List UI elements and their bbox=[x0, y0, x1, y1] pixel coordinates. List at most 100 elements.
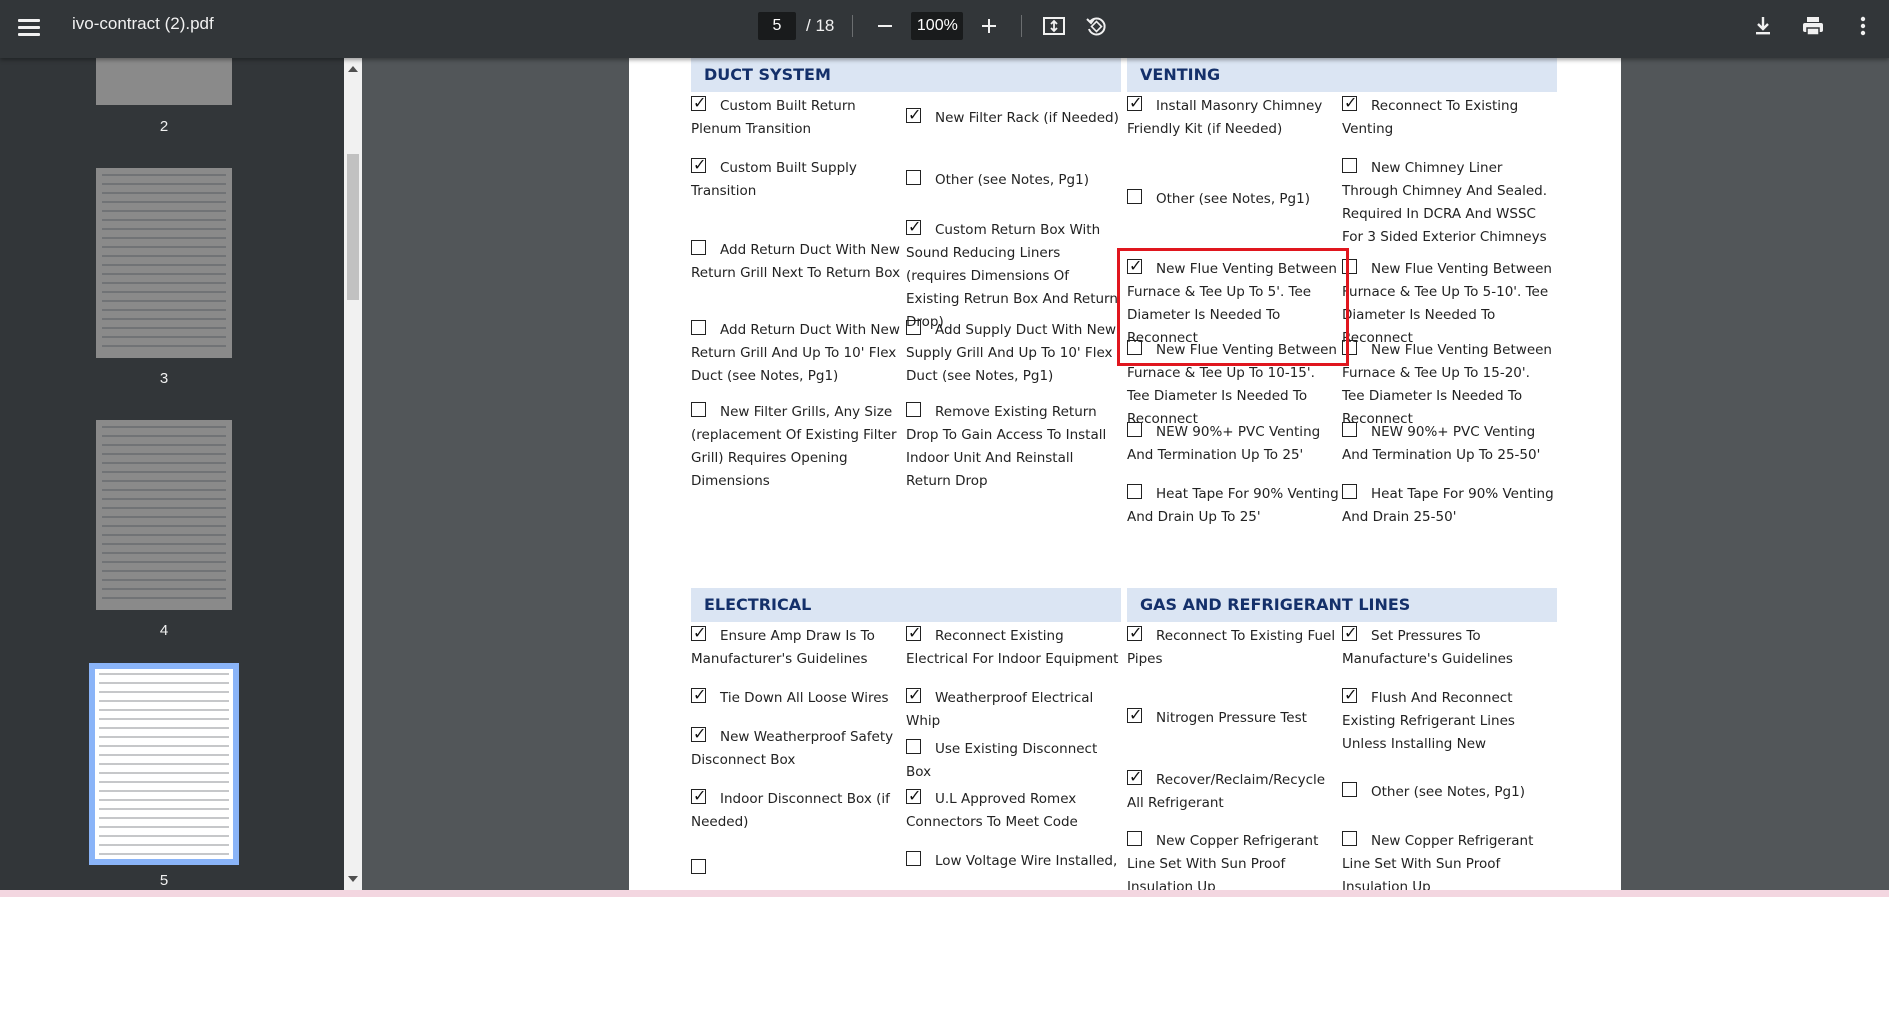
checkbox-unchecked-icon[interactable] bbox=[906, 170, 921, 185]
checkbox-checked-icon[interactable] bbox=[1127, 621, 1142, 644]
checklist-item[interactable]: New Flue Venting Between Furnace & Tee U… bbox=[1342, 339, 1556, 431]
checkbox-checked-icon[interactable] bbox=[906, 683, 921, 706]
checklist-item[interactable]: New Filter Rack (if Needed) bbox=[906, 103, 1120, 130]
checkbox-checked-icon[interactable] bbox=[691, 153, 706, 176]
scroll-down-arrow-icon[interactable] bbox=[348, 876, 358, 882]
checkbox-unchecked-icon[interactable] bbox=[1127, 831, 1142, 846]
checklist-item[interactable]: New Chimney Liner Through Chimney And Se… bbox=[1342, 157, 1556, 249]
checkbox-unchecked-icon[interactable] bbox=[906, 739, 921, 754]
checkbox-unchecked-icon[interactable] bbox=[1342, 340, 1357, 355]
scroll-up-arrow-icon[interactable] bbox=[348, 66, 358, 72]
checklist-item[interactable]: Recover/Reclaim/Recycle All Refrigerant bbox=[1127, 765, 1341, 815]
checklist-item[interactable] bbox=[691, 858, 905, 881]
checklist-item[interactable]: Set Pressures To Manufacture's Guideline… bbox=[1342, 621, 1556, 671]
page-thumbnail-3[interactable] bbox=[96, 168, 232, 358]
checklist-item[interactable]: Reconnect To Existing Venting bbox=[1342, 91, 1556, 141]
checkbox-checked-icon[interactable] bbox=[691, 784, 706, 807]
rotate-icon[interactable] bbox=[1082, 12, 1110, 40]
zoom-out-icon[interactable] bbox=[871, 12, 899, 40]
checkbox-checked-icon[interactable] bbox=[1127, 254, 1142, 277]
checkbox-checked-icon[interactable] bbox=[691, 683, 706, 706]
checklist-item[interactable]: Other (see Notes, Pg1) bbox=[1127, 188, 1341, 211]
checklist-item[interactable]: Other (see Notes, Pg1) bbox=[1342, 781, 1556, 804]
print-icon[interactable] bbox=[1799, 12, 1827, 40]
checklist-item[interactable]: Add Return Duct With New Return Grill Ne… bbox=[691, 239, 905, 285]
checkbox-checked-icon[interactable] bbox=[906, 784, 921, 807]
checklist-item[interactable]: Use Existing Disconnect Box bbox=[906, 738, 1120, 784]
checklist-item[interactable]: New Copper Refrigerant Line Set With Sun… bbox=[1342, 830, 1556, 890]
checkbox-unchecked-icon[interactable] bbox=[906, 851, 921, 866]
checklist-item[interactable]: Other (see Notes, Pg1) bbox=[906, 169, 1120, 192]
checkbox-unchecked-icon[interactable] bbox=[1342, 158, 1357, 173]
page-number-input[interactable]: 5 bbox=[758, 12, 796, 40]
checklist-item[interactable]: Custom Built Supply Transition bbox=[691, 153, 905, 203]
checkbox-checked-icon[interactable] bbox=[1342, 91, 1357, 114]
checklist-item[interactable]: Heat Tape For 90% Venting And Drain Up T… bbox=[1127, 483, 1341, 529]
section-header-gas: GAS AND REFRIGERANT LINES bbox=[1127, 588, 1557, 622]
document-viewer: DUCT SYSTEM Custom Built Return Plenum T… bbox=[362, 58, 1889, 890]
checklist-item[interactable]: Flush And Reconnect Existing Refrigerant… bbox=[1342, 683, 1556, 756]
checklist-item[interactable]: Reconnect To Existing Fuel Pipes bbox=[1127, 621, 1341, 671]
checklist-item[interactable]: Low Voltage Wire Installed, bbox=[906, 850, 1120, 873]
download-icon[interactable] bbox=[1749, 12, 1777, 40]
checklist-item[interactable]: Custom Built Return Plenum Transition bbox=[691, 91, 905, 141]
checklist-item[interactable]: NEW 90%+ PVC Venting And Termination Up … bbox=[1342, 421, 1556, 467]
checkbox-unchecked-icon[interactable] bbox=[691, 320, 706, 335]
checkbox-checked-icon[interactable] bbox=[906, 103, 921, 126]
checklist-item[interactable]: Nitrogen Pressure Test bbox=[1127, 703, 1341, 730]
checklist-item[interactable]: Tie Down All Loose Wires bbox=[691, 683, 905, 710]
checkbox-unchecked-icon[interactable] bbox=[1342, 422, 1357, 437]
checkbox-unchecked-icon[interactable] bbox=[1127, 189, 1142, 204]
checklist-item[interactable]: New Weatherproof Safety Disconnect Box bbox=[691, 722, 905, 772]
checkbox-unchecked-icon[interactable] bbox=[1342, 782, 1357, 797]
fit-to-page-icon[interactable] bbox=[1040, 12, 1068, 40]
checkbox-checked-icon[interactable] bbox=[1342, 621, 1357, 644]
sidebar-scrollbar[interactable] bbox=[344, 58, 362, 890]
checklist-item[interactable]: New Flue Venting Between Furnace & Tee U… bbox=[1127, 254, 1341, 350]
checklist-item[interactable]: U.L Approved Romex Connectors To Meet Co… bbox=[906, 784, 1120, 834]
checklist-item[interactable]: New Copper Refrigerant Line Set With Sun… bbox=[1127, 830, 1341, 890]
checklist-item[interactable]: Reconnect Existing Electrical For Indoor… bbox=[906, 621, 1120, 671]
page-thumbnail-4[interactable] bbox=[96, 420, 232, 610]
checkbox-unchecked-icon[interactable] bbox=[906, 402, 921, 417]
checkbox-unchecked-icon[interactable] bbox=[1342, 831, 1357, 846]
checklist-item[interactable]: Indoor Disconnect Box (if Needed) bbox=[691, 784, 905, 834]
zoom-level-input[interactable]: 100% bbox=[911, 12, 964, 40]
more-options-icon[interactable] bbox=[1849, 12, 1877, 40]
checklist-item[interactable]: New Filter Grills, Any Size (replacement… bbox=[691, 401, 905, 493]
checklist-item[interactable]: New Flue Venting Between Furnace & Tee U… bbox=[1127, 339, 1341, 431]
checkbox-checked-icon[interactable] bbox=[906, 621, 921, 644]
checklist-item[interactable]: New Flue Venting Between Furnace & Tee U… bbox=[1342, 258, 1556, 350]
checklist-item[interactable]: Weatherproof Electrical Whip bbox=[906, 683, 1120, 733]
checkbox-checked-icon[interactable] bbox=[691, 621, 706, 644]
page-thumbnail-2[interactable] bbox=[96, 58, 232, 105]
checklist-item[interactable]: Custom Return Box With Sound Reducing Li… bbox=[906, 215, 1120, 334]
checklist-item[interactable]: Add Return Duct With New Return Grill An… bbox=[691, 319, 905, 388]
checkbox-checked-icon[interactable] bbox=[1127, 703, 1142, 726]
checkbox-checked-icon[interactable] bbox=[906, 215, 921, 238]
checklist-item[interactable]: Remove Existing Return Drop To Gain Acce… bbox=[906, 401, 1120, 493]
checkbox-unchecked-icon[interactable] bbox=[1127, 340, 1142, 355]
checkbox-unchecked-icon[interactable] bbox=[691, 859, 706, 874]
checkbox-checked-icon[interactable] bbox=[1342, 683, 1357, 706]
scroll-thumb[interactable] bbox=[347, 154, 359, 300]
checklist-item[interactable]: Install Masonry Chimney Friendly Kit (if… bbox=[1127, 91, 1341, 141]
checkbox-unchecked-icon[interactable] bbox=[1127, 422, 1142, 437]
menu-icon[interactable] bbox=[18, 16, 40, 38]
checkbox-checked-icon[interactable] bbox=[1127, 765, 1142, 788]
checkbox-unchecked-icon[interactable] bbox=[691, 402, 706, 417]
page-thumbnail-5-selected[interactable] bbox=[89, 663, 239, 865]
checklist-item[interactable]: NEW 90%+ PVC Venting And Termination Up … bbox=[1127, 421, 1341, 467]
checkbox-unchecked-icon[interactable] bbox=[906, 320, 921, 335]
zoom-in-icon[interactable] bbox=[975, 12, 1003, 40]
checkbox-checked-icon[interactable] bbox=[691, 722, 706, 745]
checkbox-unchecked-icon[interactable] bbox=[1342, 484, 1357, 499]
checkbox-unchecked-icon[interactable] bbox=[1127, 484, 1142, 499]
checkbox-unchecked-icon[interactable] bbox=[1342, 259, 1357, 274]
checklist-item[interactable]: Heat Tape For 90% Venting And Drain 25-5… bbox=[1342, 483, 1556, 529]
checkbox-unchecked-icon[interactable] bbox=[691, 240, 706, 255]
checklist-item[interactable]: Add Supply Duct With New Supply Grill An… bbox=[906, 319, 1120, 388]
checkbox-checked-icon[interactable] bbox=[691, 91, 706, 114]
checkbox-checked-icon[interactable] bbox=[1127, 91, 1142, 114]
checklist-item[interactable]: Ensure Amp Draw Is To Manufacturer's Gui… bbox=[691, 621, 905, 671]
